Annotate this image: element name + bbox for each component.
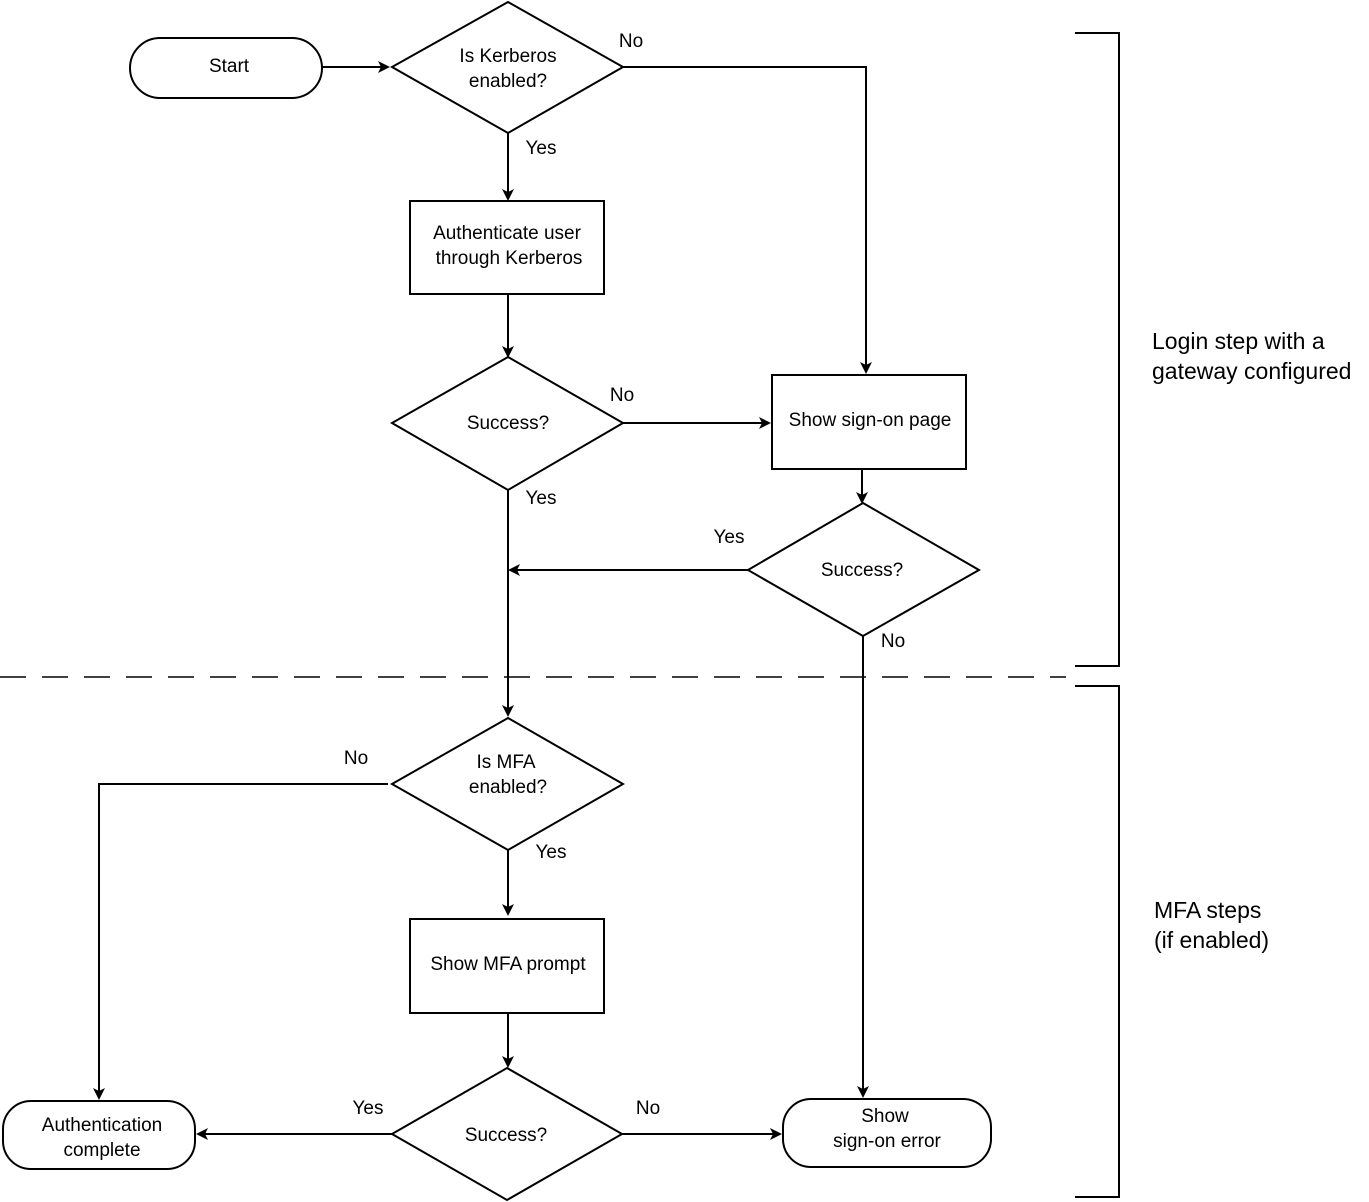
node-label: sign-on error: [833, 1131, 941, 1152]
node-signon-success: Success?: [746, 501, 982, 638]
node-authenticate-kerberos: Authenticate user through Kerberos: [409, 200, 605, 295]
section-label-mfa: MFA steps (if enabled): [1154, 897, 1269, 953]
node-label: Show sign-on page: [789, 410, 952, 431]
edge-label-kerberos-success-yes: Yes: [526, 488, 557, 509]
edge-kerberos-no: [623, 66, 872, 374]
node-label: Is Kerberos: [459, 46, 556, 67]
node-label: Authentication: [42, 1115, 162, 1136]
node-label: Authenticate user: [433, 223, 582, 244]
login-section-bracket: [1075, 32, 1120, 667]
node-start: Start: [129, 37, 323, 99]
node-show-signon-page: Show sign-on page: [771, 374, 967, 470]
section-label-login: Login step with a gateway configured: [1152, 328, 1351, 384]
mfa-section-bracket: [1075, 685, 1120, 1198]
edge-label-mfa-yes: Yes: [536, 842, 567, 863]
node-label: Show MFA prompt: [430, 954, 586, 975]
section-label-line: MFA steps: [1154, 897, 1261, 923]
node-start-label: Start: [209, 56, 250, 77]
section-label-line: Login step with a: [1152, 328, 1325, 354]
edge-label-signon-success-no: No: [881, 631, 905, 652]
node-kerberos-success: Success?: [389, 355, 625, 492]
edge-label-mfa-no: No: [344, 748, 368, 769]
flowchart: Start Is Kerberos enabled? Authenticate …: [0, 0, 1351, 1202]
node-label: complete: [63, 1140, 140, 1161]
edge-mfa-no: [93, 783, 388, 1100]
node-mfa-success: Success?: [389, 1066, 625, 1202]
node-label: Success?: [821, 560, 903, 581]
node-kerberos-enabled: Is Kerberos enabled?: [389, 0, 626, 135]
node-label: through Kerberos: [436, 248, 583, 269]
node-label: enabled?: [469, 71, 547, 92]
section-label-line: gateway configured: [1152, 358, 1351, 384]
node-label: Success?: [465, 1125, 547, 1146]
node-label: Success?: [467, 413, 549, 434]
edge-label-mfa-success-no: No: [636, 1098, 660, 1119]
node-signon-error: Show sign-on error: [782, 1098, 992, 1168]
edge-label-kerberos-yes: Yes: [526, 138, 557, 159]
node-label: Is MFA: [476, 752, 535, 773]
edge-label-kerberos-success-no: No: [610, 385, 634, 406]
section-label-line: (if enabled): [1154, 927, 1269, 953]
edge-label-kerberos-no: No: [619, 31, 643, 52]
node-show-mfa-prompt: Show MFA prompt: [409, 918, 605, 1014]
node-label: Show: [861, 1106, 909, 1127]
node-auth-complete: Authentication complete: [2, 1100, 196, 1170]
edge-label-signon-success-yes: Yes: [714, 527, 745, 548]
node-label: enabled?: [469, 777, 547, 798]
node-mfa-enabled: Is MFA enabled?: [389, 716, 626, 852]
edge-label-mfa-success-yes: Yes: [353, 1098, 384, 1119]
